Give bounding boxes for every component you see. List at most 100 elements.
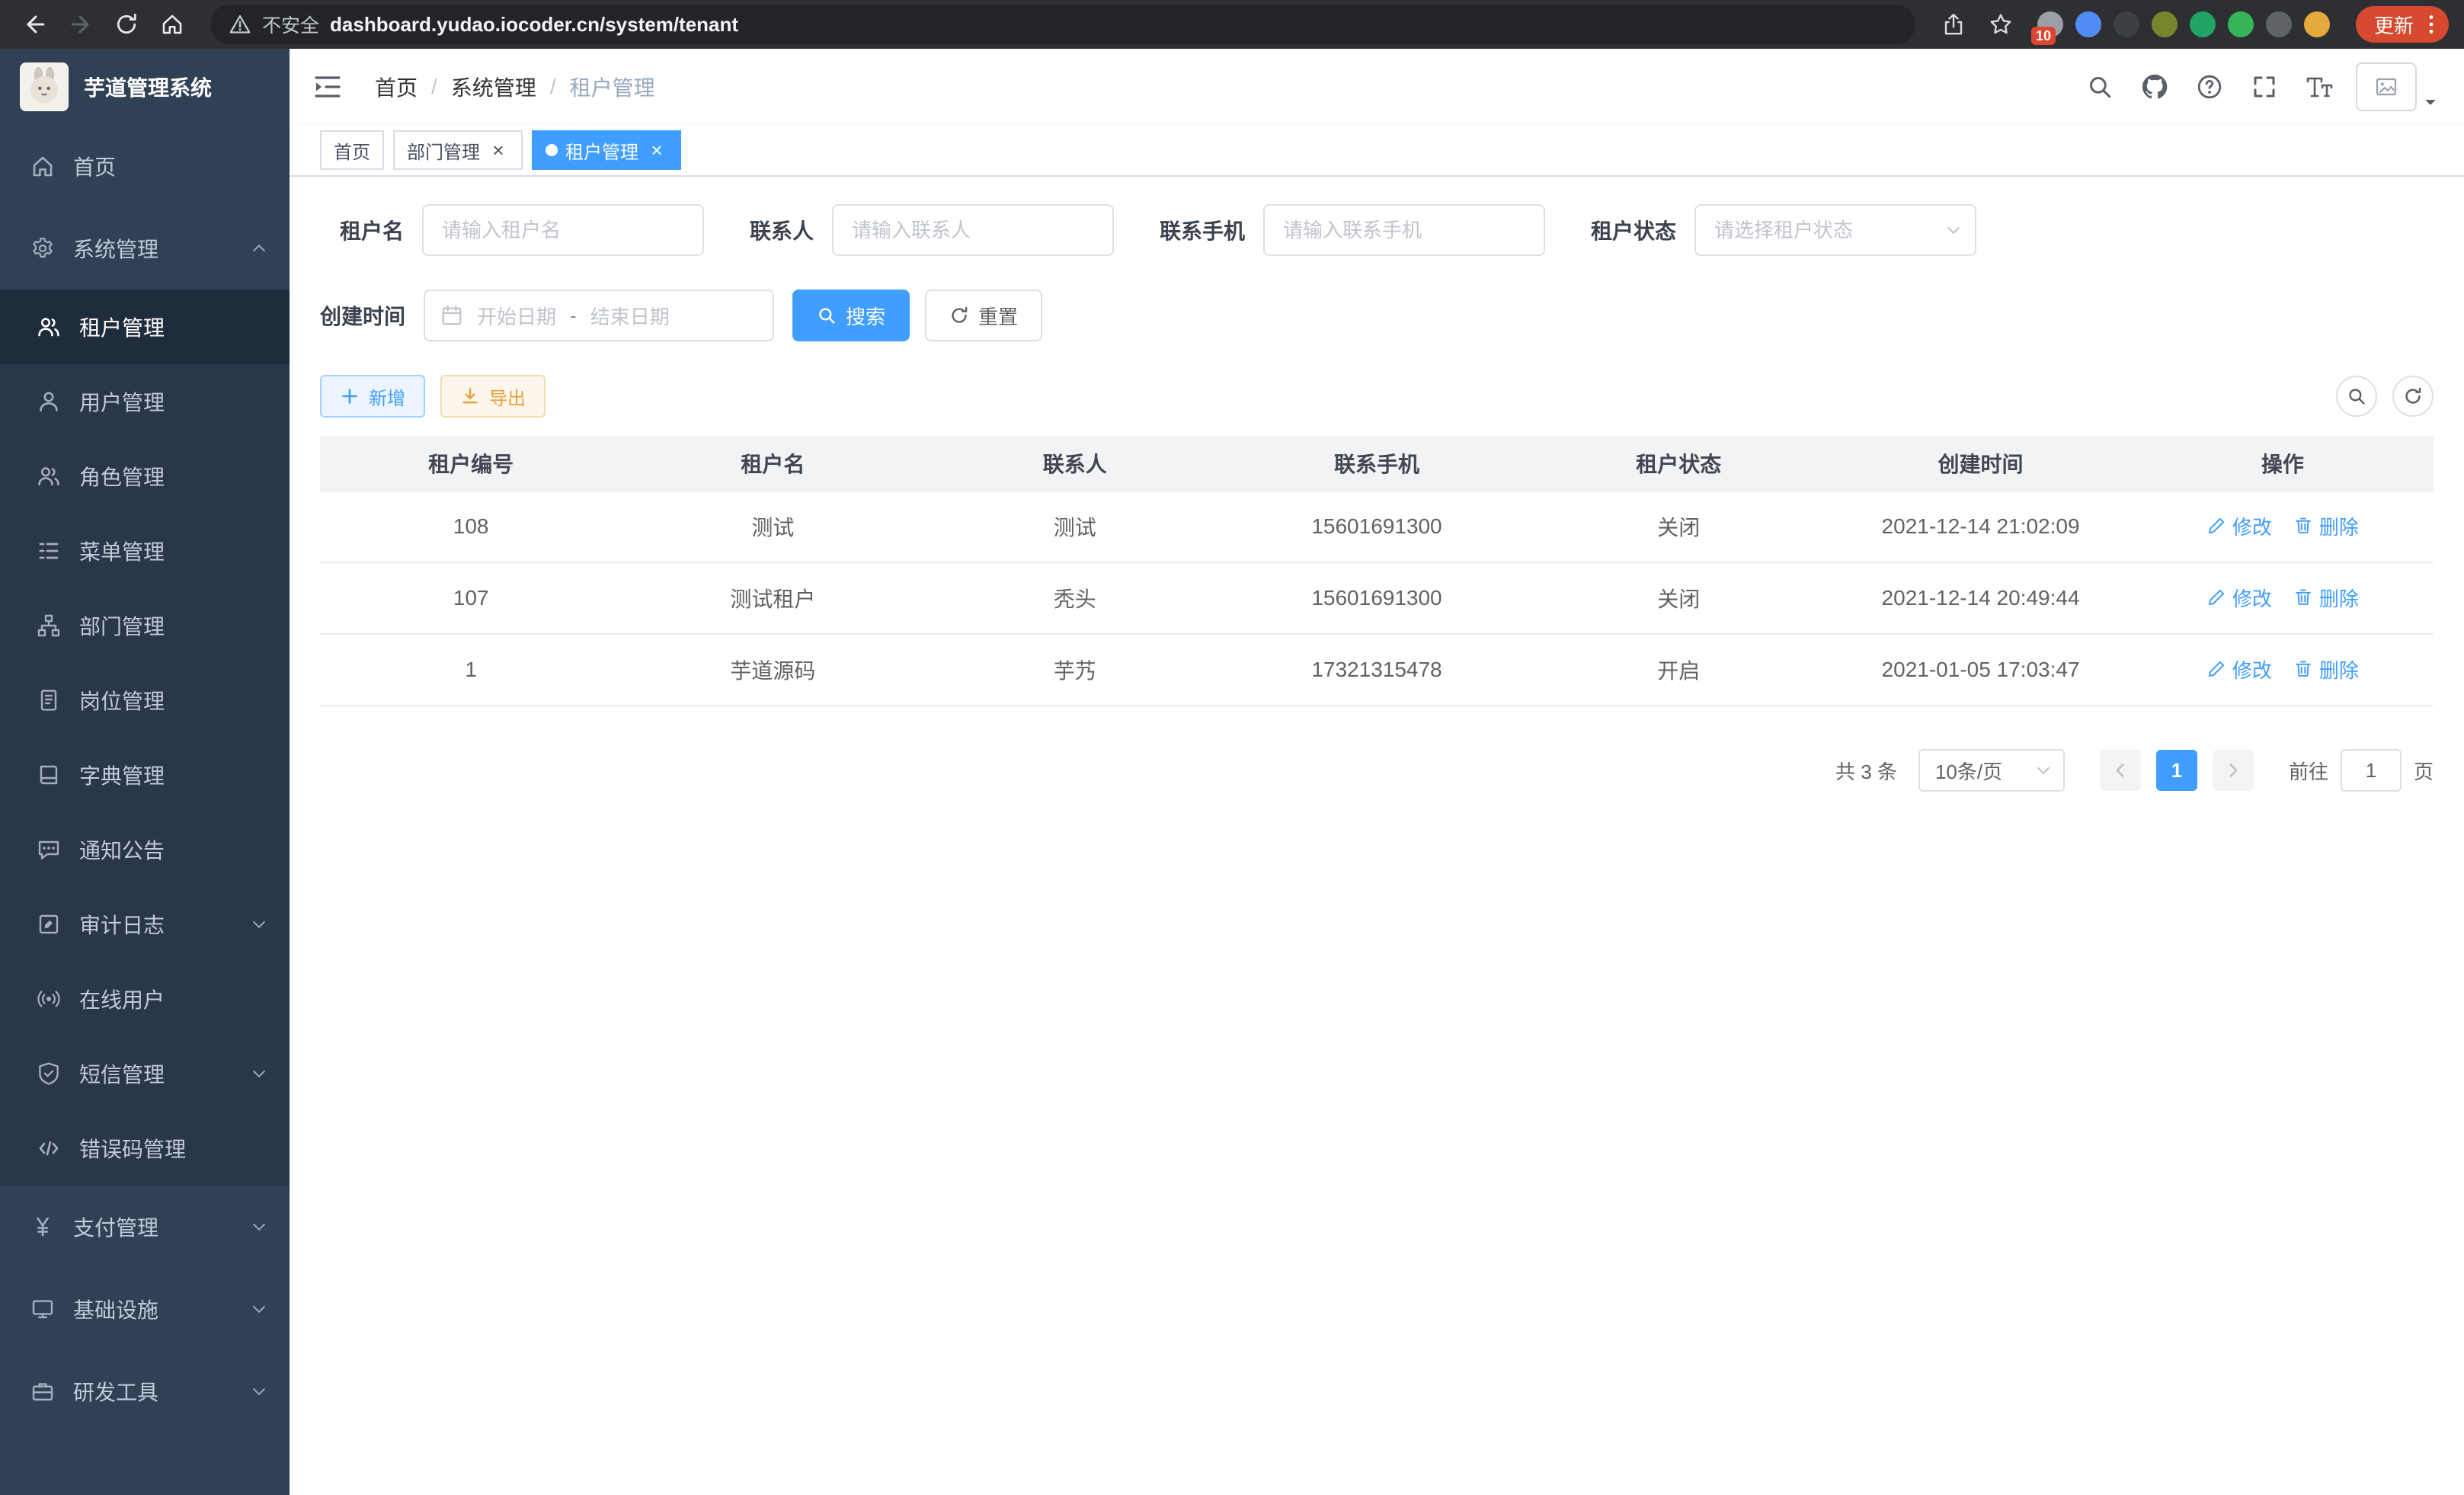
date-separator: -	[570, 304, 577, 328]
status-select-input[interactable]	[1694, 204, 1976, 256]
sidebar-item-user[interactable]: 用户管理	[0, 364, 290, 439]
fullscreen-button[interactable]	[2246, 69, 2283, 105]
extension-badge: 10	[2031, 27, 2056, 45]
sidebar-item-tenant[interactable]: 租户管理	[0, 290, 290, 364]
sidebar-item-post[interactable]: 岗位管理	[0, 663, 290, 738]
extension-icon[interactable]	[2152, 11, 2178, 37]
cell-contact: 测试	[924, 491, 1226, 562]
extension-icon[interactable]	[2190, 11, 2216, 37]
date-range-picker[interactable]: 开始日期 - 结束日期	[424, 290, 774, 341]
sidebar-item-online-user[interactable]: 在线用户	[0, 962, 290, 1036]
sidebar-item-dev-tool[interactable]: 研发工具	[0, 1350, 290, 1433]
chrome-update-button[interactable]: 更新	[2356, 6, 2449, 43]
breadcrumb-item[interactable]: 系统管理	[451, 72, 536, 102]
reset-button[interactable]: 重置	[925, 290, 1042, 341]
edit-button[interactable]: 修改	[2206, 512, 2272, 540]
chevron-up-icon	[250, 239, 268, 258]
search-toggle-button[interactable]	[2336, 376, 2377, 417]
next-page-button[interactable]	[2213, 750, 2254, 791]
browser-reload-button[interactable]	[107, 5, 146, 44]
sidebar-item-dict[interactable]: 字典管理	[0, 738, 290, 812]
breadcrumb-item[interactable]: 首页	[375, 72, 418, 102]
share-button[interactable]	[1937, 8, 1970, 41]
cell-status: 开启	[1528, 634, 1829, 706]
close-icon[interactable]: ×	[488, 139, 509, 161]
security-label: 不安全	[262, 11, 319, 38]
user-avatar-menu[interactable]	[2356, 62, 2440, 111]
sidebar-item-error-code[interactable]: 错误码管理	[0, 1111, 290, 1186]
trash-icon	[2293, 659, 2313, 679]
github-icon	[2141, 73, 2168, 101]
contact-input[interactable]	[832, 204, 1114, 256]
extension-icon[interactable]	[2114, 11, 2139, 37]
tag-view-tab[interactable]: 租户管理×	[532, 130, 681, 170]
sidebar-item-label: 基础设施	[73, 1294, 158, 1324]
edit-button[interactable]: 修改	[2206, 655, 2272, 683]
search-button-label: 搜索	[846, 302, 885, 330]
url-text: dashboard.yudao.iocoder.cn/system/tenant	[330, 13, 738, 37]
sidebar-item-audit-log[interactable]: 审计日志	[0, 887, 290, 962]
add-button[interactable]: 新增	[320, 375, 425, 418]
sidebar-item-sms[interactable]: 短信管理	[0, 1036, 290, 1111]
sidebar-item-infra[interactable]: 基础设施	[0, 1268, 290, 1350]
refresh-button[interactable]	[2392, 376, 2434, 417]
edit-button-label: 修改	[2232, 584, 2272, 612]
export-button[interactable]: 导出	[440, 375, 546, 418]
page-size-select[interactable]: 10条/页	[1918, 749, 2065, 792]
dict-icon	[37, 763, 61, 787]
close-icon[interactable]: ×	[646, 139, 667, 161]
tenant-name-label: 租户名	[320, 215, 404, 245]
table-header: 租户编号租户名联系人联系手机租户状态创建时间操作	[320, 436, 2434, 491]
bookmark-star-button[interactable]	[1984, 8, 2018, 41]
phone-input[interactable]	[1263, 204, 1545, 256]
sidebar-collapse-button[interactable]	[308, 67, 347, 107]
github-link[interactable]	[2136, 69, 2173, 105]
sidebar-item-dept[interactable]: 部门管理	[0, 588, 290, 663]
sidebar-item-label: 通知公告	[79, 834, 165, 865]
address-bar[interactable]: 不安全 dashboard.yudao.iocoder.cn/system/te…	[210, 5, 1915, 44]
system-icon	[30, 236, 55, 261]
prev-page-button[interactable]	[2100, 750, 2141, 791]
edit-icon	[2206, 659, 2226, 679]
contact-label: 联系人	[750, 215, 814, 245]
extension-icon[interactable]	[2075, 11, 2101, 37]
page-number-1[interactable]: 1	[2156, 750, 2197, 791]
sidebar-item-home[interactable]: 首页	[0, 125, 290, 207]
sidebar-item-role[interactable]: 角色管理	[0, 439, 290, 514]
docs-help-button[interactable]	[2191, 69, 2228, 105]
tag-view-tab[interactable]: 部门管理×	[393, 130, 523, 170]
security-warning-icon	[229, 13, 251, 36]
extension-icon[interactable]	[2228, 11, 2254, 37]
font-size-button[interactable]	[2301, 69, 2338, 105]
browser-back-button[interactable]	[15, 5, 55, 44]
delete-button[interactable]: 删除	[2293, 512, 2359, 540]
back-arrow-icon	[21, 11, 49, 38]
browser-home-button[interactable]	[152, 5, 192, 44]
sidebar-item-notice[interactable]: 通知公告	[0, 812, 290, 887]
delete-button[interactable]: 删除	[2293, 655, 2359, 683]
status-select[interactable]	[1694, 204, 1976, 256]
sidebar-item-menu[interactable]: 菜单管理	[0, 514, 290, 588]
sidebar-item-label: 错误码管理	[79, 1133, 186, 1164]
edit-button-label: 修改	[2232, 512, 2272, 540]
sidebar: 芋道管理系统 首页系统管理租户管理用户管理角色管理菜单管理部门管理岗位管理字典管…	[0, 49, 290, 1495]
main-area: 首页/系统管理/租户管理 首页部门管理×租户管理×	[290, 49, 2464, 1495]
sidebar-item-system[interactable]: 系统管理	[0, 207, 290, 290]
tenant-name-input[interactable]	[422, 204, 704, 256]
goto-page: 前往 页	[2289, 749, 2434, 792]
dept-icon	[37, 613, 61, 638]
extension-icon[interactable]	[2266, 11, 2292, 37]
search-icon	[2347, 386, 2366, 406]
extension-icon[interactable]: 10	[2037, 11, 2063, 37]
header-search-button[interactable]	[2082, 69, 2118, 105]
goto-page-input[interactable]	[2341, 749, 2402, 792]
sidebar-item-pay[interactable]: 支付管理	[0, 1186, 290, 1268]
extension-icon[interactable]	[2304, 11, 2330, 37]
browser-forward-button[interactable]	[61, 5, 101, 44]
tag-view-tab[interactable]: 首页	[320, 130, 384, 170]
edit-button[interactable]: 修改	[2206, 584, 2272, 612]
delete-button[interactable]: 删除	[2293, 584, 2359, 612]
chevron-down-icon	[250, 1218, 268, 1236]
search-button[interactable]: 搜索	[792, 290, 910, 341]
edit-icon	[2206, 516, 2226, 536]
